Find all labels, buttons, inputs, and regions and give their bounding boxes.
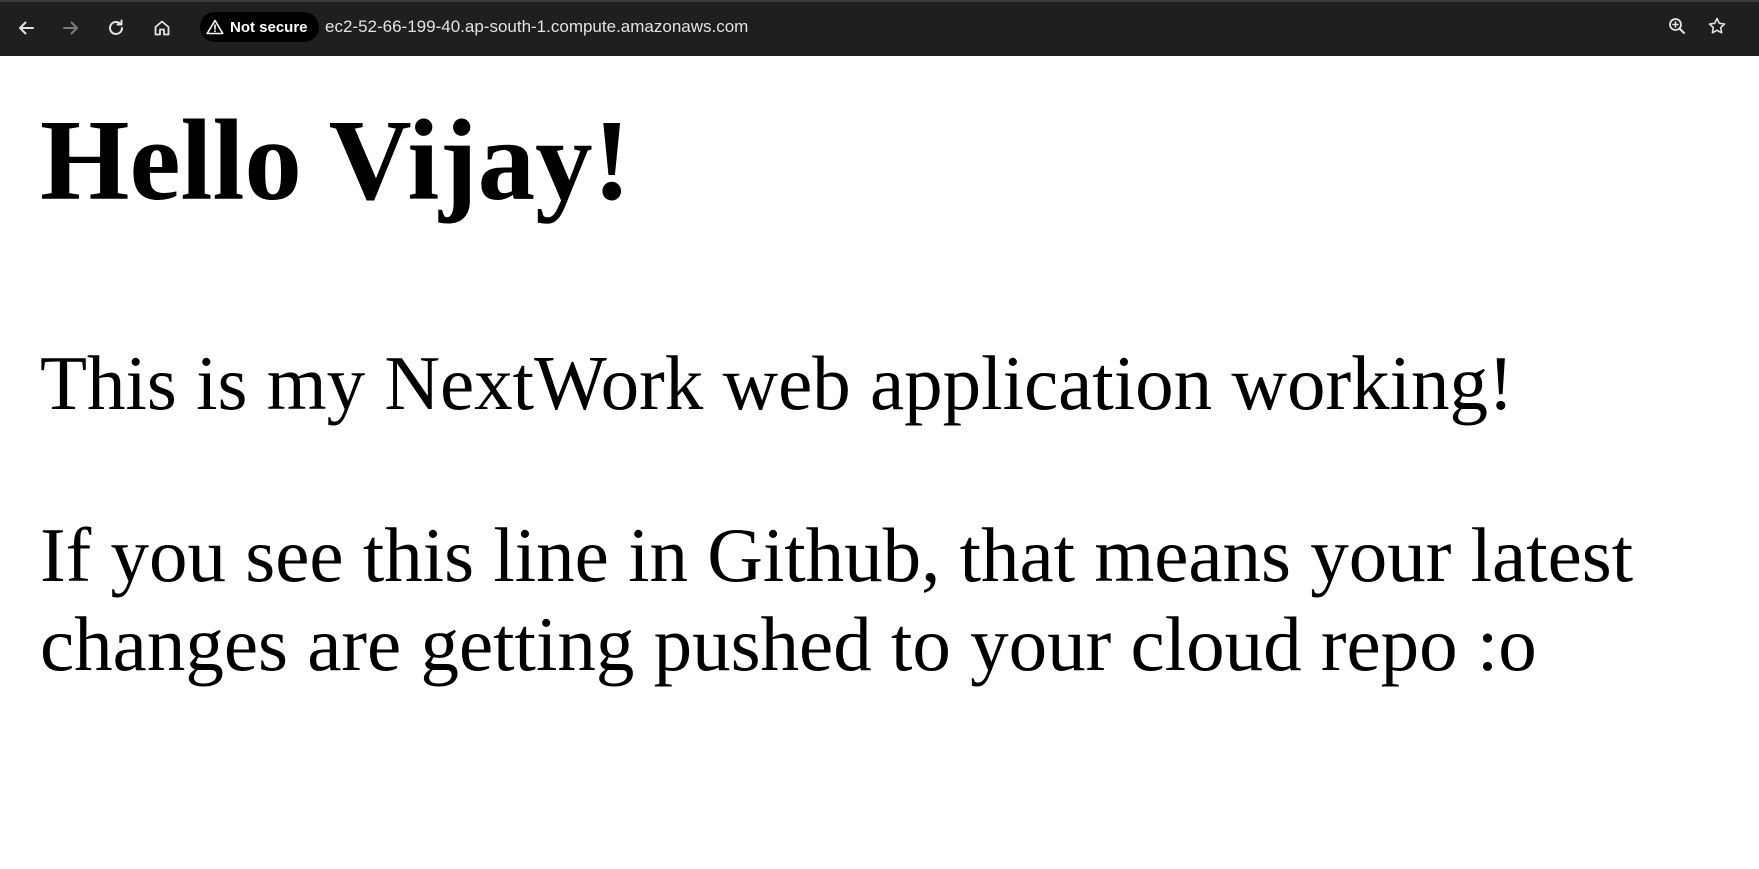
browser-toolbar: Not secure ec2-52-66-199-40.ap-south-1.c… (0, 0, 1759, 56)
intro-paragraph: This is my NextWork web application work… (40, 340, 1514, 426)
back-button[interactable] (8, 10, 44, 46)
forward-button[interactable] (53, 10, 89, 46)
zoom-icon (1667, 16, 1687, 41)
security-chip[interactable]: Not secure (200, 12, 319, 42)
home-button[interactable] (144, 10, 180, 46)
reload-icon (106, 18, 126, 38)
bookmark-button[interactable] (1699, 10, 1735, 46)
back-arrow-icon (16, 18, 36, 38)
url-text[interactable]: ec2-52-66-199-40.ap-south-1.compute.amaz… (325, 8, 748, 46)
warning-triangle-icon (206, 19, 224, 35)
zoom-button[interactable] (1659, 10, 1695, 46)
forward-arrow-icon (61, 18, 81, 38)
page-heading: Hello Vijay! (40, 97, 631, 224)
security-label: Not secure (230, 18, 308, 36)
home-icon (152, 18, 172, 38)
reload-button[interactable] (98, 10, 134, 46)
page-content: Hello Vijay! This is my NextWork web app… (0, 56, 1759, 869)
github-paragraph-line1: If you see this line in Github, that mea… (40, 512, 1634, 598)
github-paragraph: If you see this line in Github, that mea… (40, 511, 1730, 690)
github-paragraph-line2: changes are getting pushed to your cloud… (40, 601, 1537, 688)
bookmark-star-icon (1707, 16, 1727, 41)
address-bar[interactable]: Not secure ec2-52-66-199-40.ap-south-1.c… (196, 8, 1726, 46)
